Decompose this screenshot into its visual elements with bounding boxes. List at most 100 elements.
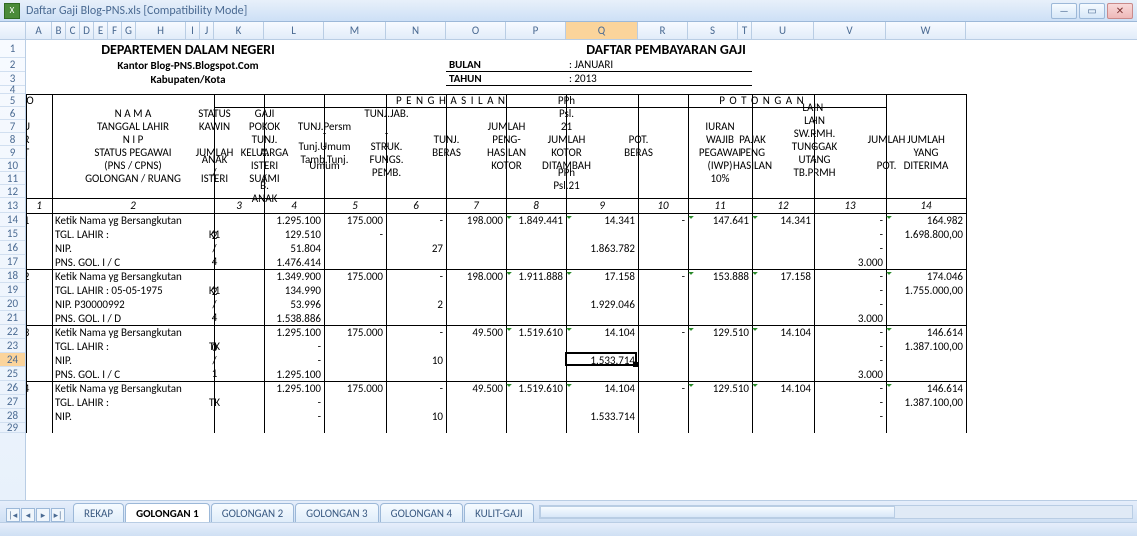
tab-first-icon[interactable]: |◂ [6, 508, 20, 522]
row-c6-2-2: 10 [386, 353, 446, 367]
maximize-button[interactable]: ▭ [1079, 3, 1105, 19]
tab-prev-icon[interactable]: ◂ [21, 508, 35, 522]
row-c11-2-0: 129.510 [688, 325, 752, 339]
hdr-status-5: ISTERI [214, 172, 215, 185]
row-nama-1-2: NIP. P30000992 [52, 297, 214, 311]
col-header-M[interactable]: M [324, 22, 386, 39]
row-c6-3-2: 10 [386, 409, 446, 423]
row-header-22[interactable]: 22 [0, 325, 25, 339]
row-header-7[interactable]: 7 [0, 120, 25, 133]
row-header-24[interactable]: 24 [0, 353, 25, 367]
row-header-23[interactable]: 23 [0, 339, 25, 353]
col-header-R[interactable]: R [638, 22, 688, 39]
minimize-button[interactable]: — [1051, 3, 1077, 19]
col-header-Q[interactable]: Q [566, 22, 638, 39]
col-header-T[interactable]: T [738, 22, 752, 39]
row-status-0-2: 2 / 4 [214, 241, 215, 255]
col-header-P[interactable]: P [506, 22, 566, 39]
row-header-26[interactable]: 26 [0, 381, 25, 395]
hdr-col15-3: DITERIMA [886, 159, 966, 172]
col-header-G[interactable]: G [122, 22, 136, 39]
col-header-J[interactable]: J [200, 22, 214, 39]
col-header-L[interactable]: L [264, 22, 324, 39]
hdr-status-4: ANAK / [214, 159, 215, 172]
sheet-tab-rekap[interactable]: REKAP [73, 503, 124, 522]
hdr-potongan: P O T O N G A N [638, 94, 886, 107]
sheet-tab-golongan-4[interactable]: GOLONGAN 4 [380, 503, 463, 522]
active-cell[interactable] [565, 352, 637, 366]
row-c15-0-1: 1.698.800,00 [886, 227, 966, 241]
row-status-2-0 [214, 325, 215, 339]
col-header-O[interactable]: O [446, 22, 506, 39]
row-c13-1-3: 3.000 [814, 311, 886, 325]
tab-next-icon[interactable]: ▸ [36, 508, 50, 522]
sheet-tab-golongan-1[interactable]: GOLONGAN 1 [125, 503, 210, 522]
row-header-21[interactable]: 21 [0, 311, 25, 325]
row-header-18[interactable]: 18 [0, 269, 25, 283]
select-all-corner[interactable] [0, 22, 26, 39]
hdr-L-4: A. ISTERI / [264, 159, 265, 172]
sheet-tab-kulit-gaji[interactable]: KULIT-GAJI [464, 503, 534, 522]
horizontal-scrollbar[interactable] [539, 505, 1133, 519]
row-header-15[interactable]: 15 [0, 227, 25, 241]
tab-nav: |◂ ◂ ▸ ▸| [6, 508, 65, 522]
row-c13-1-1: - [814, 283, 886, 297]
tab-last-icon[interactable]: ▸| [51, 508, 65, 522]
hdr-O-3: BERAS [446, 146, 447, 159]
row-header-10[interactable]: 10 [0, 159, 25, 172]
col-header-S[interactable]: S [688, 22, 738, 39]
col-header-W[interactable]: W [886, 22, 966, 39]
col-header-K[interactable]: K [214, 22, 264, 39]
row-header-6[interactable]: 6 [0, 107, 25, 120]
row-header-20[interactable]: 20 [0, 297, 25, 311]
col-header-E[interactable]: E [94, 22, 108, 39]
row-c6-1-0: - [386, 269, 446, 283]
row-header-16[interactable]: 16 [0, 241, 25, 255]
row-c13-3-2: - [814, 409, 886, 423]
row-c4-1-1: 134.990 [264, 283, 324, 297]
row-c4-1-3: 1.538.886 [264, 311, 324, 325]
col-header-U[interactable]: U [752, 22, 814, 39]
col-header-I[interactable]: I [186, 22, 200, 39]
row-header-8[interactable]: 8 [0, 133, 25, 146]
row-header-2[interactable]: 2 [0, 58, 25, 72]
hdr-L-6: B. ANAK [264, 185, 265, 198]
row-header-13[interactable]: 13 [0, 198, 25, 213]
col-header-C[interactable]: C [66, 22, 80, 39]
row-header-5[interactable]: 5 [0, 94, 25, 107]
row-c14-2: 146.614 [886, 325, 966, 339]
hdr-urt-1: R [26, 133, 27, 146]
row-header-29[interactable]: 29 [0, 423, 25, 433]
sheet-tab-golongan-3[interactable]: GOLONGAN 3 [295, 503, 378, 522]
row-header-14[interactable]: 14 [0, 213, 25, 227]
col-header-B[interactable]: B [52, 22, 66, 39]
col-header-D[interactable]: D [80, 22, 94, 39]
row-header-12[interactable]: 12 [0, 185, 25, 198]
row-header-27[interactable]: 27 [0, 395, 25, 409]
hdr-status-1: KAWIN [214, 120, 215, 133]
row-header-25[interactable]: 25 [0, 367, 25, 381]
col-header-H[interactable]: H [136, 22, 186, 39]
hdr-R-3: BERAS [638, 146, 639, 159]
hdr-M-4: Umum [324, 159, 325, 172]
col-header-N[interactable]: N [386, 22, 446, 39]
row-nama-3-2: NIP. [52, 409, 214, 423]
col-header-A[interactable]: A [26, 22, 52, 39]
col-header-F[interactable]: F [108, 22, 122, 39]
row-header-11[interactable]: 11 [0, 172, 25, 185]
row-c15-2-1: 1.387.100,00 [886, 339, 966, 353]
row-c15-1-1: 1.755.000,00 [886, 283, 966, 297]
row-header-19[interactable]: 19 [0, 283, 25, 297]
col-header-V[interactable]: V [814, 22, 886, 39]
row-header-1[interactable]: 1 [0, 40, 25, 58]
statusbar [0, 522, 1137, 536]
hdr-V-4: - TB.PRMH [814, 159, 815, 172]
row-c13-2-3: 3.000 [814, 367, 886, 381]
row-header-17[interactable]: 17 [0, 255, 25, 269]
sheet-tab-golongan-2[interactable]: GOLONGAN 2 [211, 503, 294, 522]
row-header-9[interactable]: 9 [0, 146, 25, 159]
row-no-3: 4 [26, 381, 27, 395]
worksheet[interactable]: DEPARTEMEN DALAM NEGERIKantor Blog-PNS.B… [26, 40, 1137, 500]
hdr-R-2: POT. [638, 133, 639, 146]
close-button[interactable]: ✕ [1107, 3, 1133, 19]
